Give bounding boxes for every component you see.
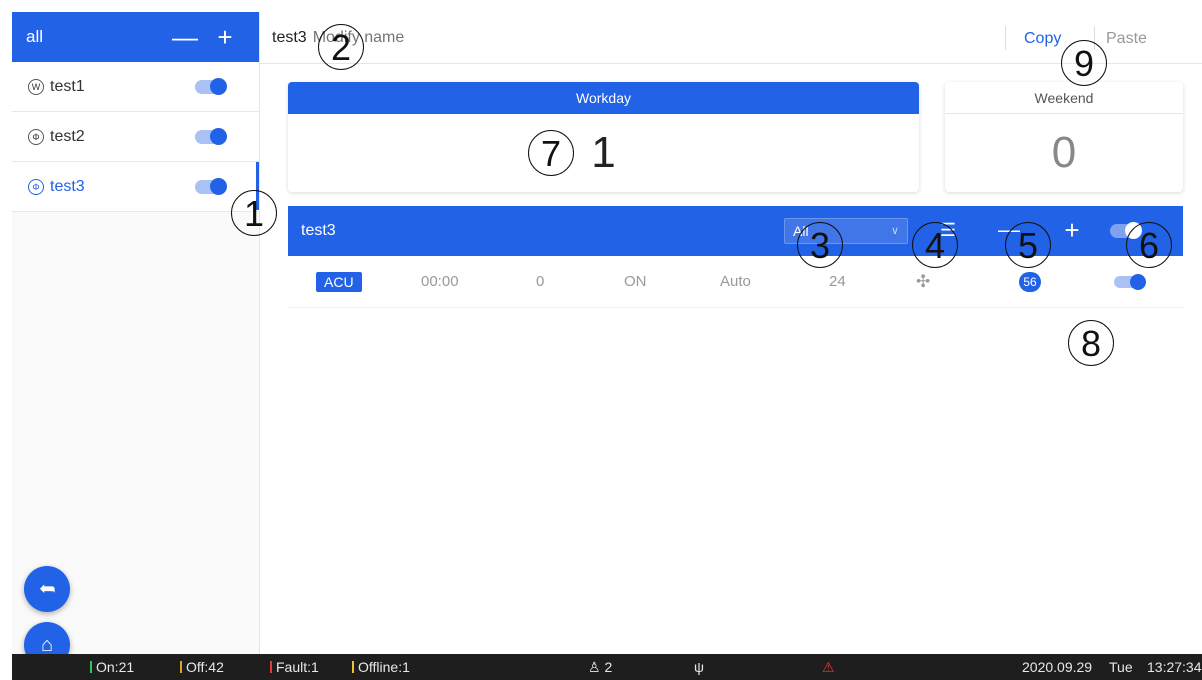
- workday-label: Workday: [288, 82, 919, 114]
- weekend-count: 0: [1051, 128, 1077, 177]
- mode-value[interactable]: Auto: [720, 256, 751, 308]
- sidebar-item-label: test3: [50, 177, 85, 195]
- time-value[interactable]: 00:00: [421, 256, 459, 308]
- weekend-card[interactable]: Weekend 0: [945, 82, 1183, 192]
- on-count: On:21: [90, 654, 134, 680]
- weekday-text: Tue: [1109, 659, 1133, 675]
- paste-button[interactable]: Paste: [1106, 30, 1147, 48]
- power-value[interactable]: ON: [624, 256, 647, 308]
- name-bar: test3 Copy Paste: [260, 12, 1202, 64]
- sidebar-item-toggle[interactable]: [195, 127, 227, 145]
- callout-2: 2: [318, 24, 364, 70]
- divider: [1005, 26, 1006, 50]
- param-value[interactable]: 0: [536, 256, 544, 308]
- schedule-icon: W: [28, 78, 44, 95]
- group-sidebar: all — + W test1 Φ test2 Φ test3: [12, 12, 260, 654]
- callout-1: 1: [231, 190, 277, 236]
- weekend-label: Weekend: [945, 82, 1183, 114]
- callout-8: 8: [1068, 320, 1114, 366]
- callout-6: 6: [1126, 222, 1172, 268]
- device-type-badge: ACU: [316, 272, 362, 292]
- sidebar-item-toggle[interactable]: [195, 77, 227, 95]
- sidebar-header: all — +: [12, 12, 259, 62]
- add-group-button[interactable]: +: [205, 12, 245, 62]
- sidebar-item-test2[interactable]: Φ test2: [12, 112, 259, 162]
- callout-5: 5: [1005, 222, 1051, 268]
- chevron-down-icon: ∨: [890, 225, 899, 237]
- sidebar-item-test1[interactable]: W test1: [12, 62, 259, 112]
- plug-icon: ψ: [694, 659, 704, 675]
- sidebar-item-label: test1: [50, 77, 85, 95]
- date-text: 2020.09.29: [1022, 659, 1093, 675]
- back-button[interactable]: ➦: [24, 566, 70, 612]
- sidebar-item-label: test2: [50, 127, 85, 145]
- workday-card[interactable]: Workday 1: [288, 82, 919, 192]
- schedule-icon: Φ: [28, 128, 44, 145]
- warning-icon[interactable]: ⚠: [822, 654, 835, 680]
- add-device-button[interactable]: +: [1062, 217, 1082, 243]
- sidebar-item-test3[interactable]: Φ test3: [12, 162, 259, 212]
- sidebar-item-toggle[interactable]: [195, 177, 227, 195]
- home-icon: ⌂: [40, 634, 54, 656]
- workday-count: 1: [591, 128, 616, 177]
- callout-7: 7: [528, 130, 574, 176]
- schedule-name: test3: [272, 28, 307, 46]
- callout-4: 4: [912, 222, 958, 268]
- fault-count: Fault:1: [270, 654, 319, 680]
- copy-button[interactable]: Copy: [1024, 30, 1061, 48]
- row-toggle[interactable]: [1114, 274, 1146, 290]
- offline-count: Offline:1: [352, 654, 410, 680]
- schedule-icon: Φ: [28, 178, 44, 195]
- remove-group-button[interactable]: —: [165, 12, 205, 62]
- user-icon: ♙: [588, 659, 601, 675]
- table-row[interactable]: ACU 00:00 0 ON Auto 24 ✣ 56: [288, 256, 1183, 308]
- sidebar-title[interactable]: all: [26, 27, 165, 47]
- off-count: Off:42: [180, 654, 224, 680]
- user-count[interactable]: ♙ 2: [588, 654, 612, 680]
- status-bar: On:21 Off:42 Fault:1 Offline:1 ♙ 2 ψ ⚠ 2…: [12, 654, 1202, 680]
- callout-3: 3: [797, 222, 843, 268]
- back-icon: ➦: [38, 578, 56, 600]
- group-name: test3: [301, 222, 336, 239]
- count-badge[interactable]: 56: [1019, 272, 1041, 292]
- time-text: 13:27:34: [1147, 659, 1202, 675]
- callout-9: 9: [1061, 40, 1107, 86]
